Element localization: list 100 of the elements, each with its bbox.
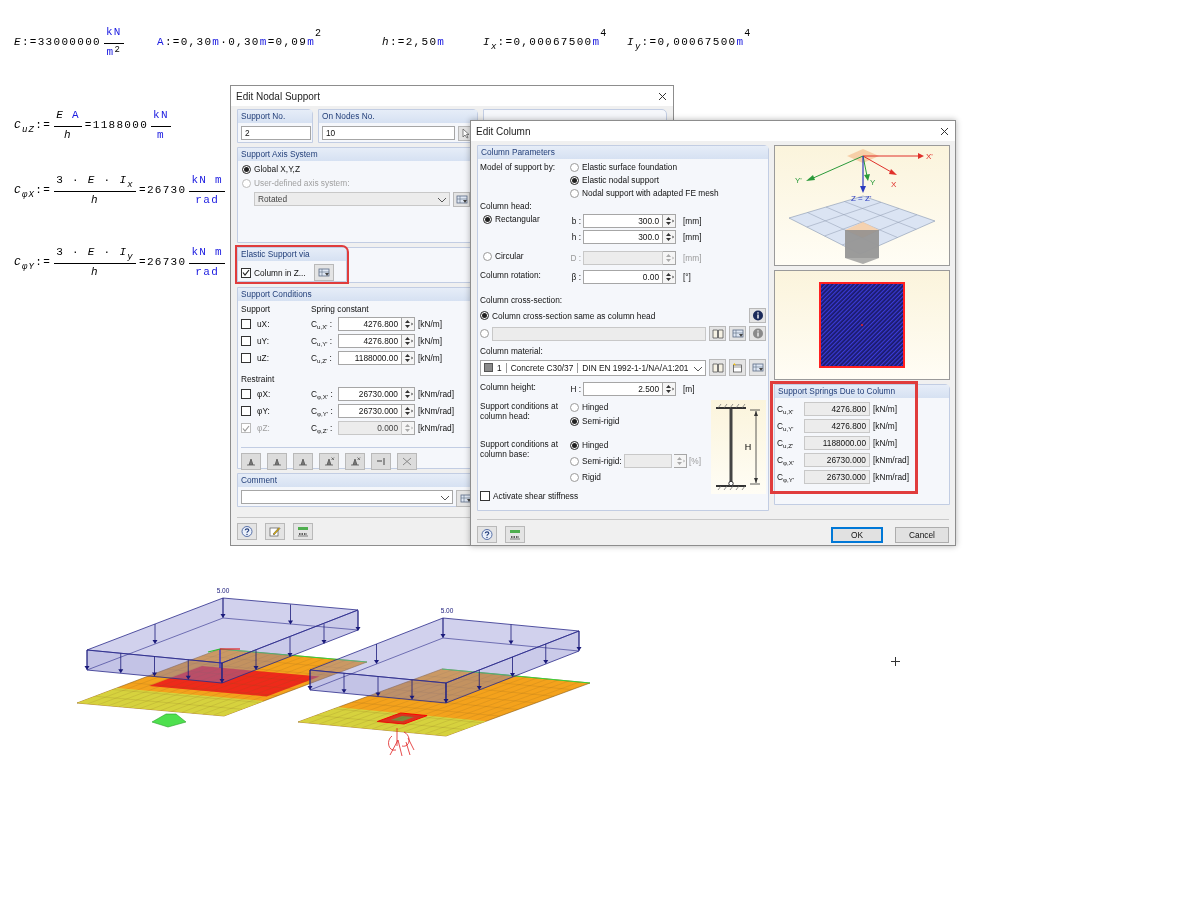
radio-button[interactable]: Column cross-section same as column head — [480, 310, 656, 321]
symbol-label: C$_{u,X'}$ — [777, 404, 795, 414]
number-field[interactable]: 26730.000 — [804, 470, 870, 484]
support-button[interactable] — [319, 453, 339, 470]
number-field[interactable]: 4276.800 — [338, 317, 402, 331]
text-field[interactable]: 10 — [322, 126, 455, 140]
radio-button[interactable]: Semi-rigid: — [570, 456, 622, 466]
checkbox[interactable]: Column in Z... — [241, 267, 306, 278]
radio-button[interactable]: Semi-rigid — [570, 416, 620, 426]
support-button[interactable] — [267, 453, 287, 470]
table-icon — [731, 328, 744, 339]
library-button[interactable] — [709, 359, 727, 376]
support-icon — [349, 456, 361, 467]
checkbox[interactable]: φX: — [241, 389, 311, 399]
equation: C$_{φY}$:= 3 · E · I$_{y}$ h =26730 kN m rad — [14, 235, 228, 283]
support-button[interactable] — [371, 453, 391, 470]
text-field[interactable]: 2 — [241, 126, 311, 140]
spinner-icon — [403, 336, 413, 346]
library-button[interactable] — [709, 326, 726, 341]
hinge-icon — [245, 456, 257, 467]
checkbox[interactable]: uY: — [241, 336, 311, 346]
checkbox[interactable]: φY: — [241, 406, 311, 416]
number-field[interactable]: 2.500 — [583, 382, 663, 396]
unit-label: [kN/m] — [418, 319, 442, 329]
symbol-label: D : — [569, 253, 581, 263]
dialog-button[interactable]: OK — [831, 526, 883, 543]
checkbox[interactable]: uX: — [241, 319, 311, 329]
number-field[interactable]: 1188000.00 — [804, 436, 870, 450]
close-icon[interactable] — [658, 91, 667, 101]
units-button[interactable] — [293, 523, 313, 540]
radio-button[interactable]: Elastic surface foundation — [570, 162, 719, 172]
axis-label: Y — [870, 178, 876, 187]
number-field[interactable]: 26730.000 — [804, 453, 870, 467]
symbol-label: C$_{u,Z'}$ : — [311, 353, 333, 363]
question-icon — [241, 526, 253, 537]
number-field[interactable]: 26730.000 — [338, 404, 402, 418]
spin-button[interactable] — [402, 351, 415, 365]
radio-button[interactable]: Elastic nodal support — [570, 175, 719, 185]
radio-button[interactable]: Hinged — [570, 440, 701, 450]
number-field[interactable]: 0.00 — [583, 270, 663, 284]
table-button[interactable] — [749, 359, 766, 376]
support-icon — [271, 456, 283, 467]
symbol-label: C$_{u,X'}$ : — [311, 319, 334, 329]
support-button[interactable] — [345, 453, 365, 470]
window-title: Edit Nodal Support — [236, 90, 320, 102]
spin-button[interactable] — [663, 270, 676, 284]
support-button[interactable] — [397, 453, 417, 470]
number-field[interactable]: 26730.000 — [338, 387, 402, 401]
dialog-button[interactable]: Cancel — [895, 526, 949, 543]
spin-button[interactable] — [663, 382, 676, 396]
checkbox[interactable]: Activate shear stiffness — [480, 491, 707, 501]
spin-button[interactable] — [402, 317, 415, 331]
units-button[interactable] — [505, 526, 525, 543]
symbol-label: C$_{u,Y'}$ — [777, 421, 795, 431]
crosshair-icon — [891, 657, 900, 666]
spinner-icon — [664, 232, 674, 242]
spin-button[interactable] — [663, 214, 676, 228]
spin-button[interactable] — [663, 230, 676, 244]
support-button[interactable] — [293, 453, 313, 470]
number-field[interactable]: 4276.800 — [338, 334, 402, 348]
help-button[interactable] — [477, 526, 497, 543]
equation: C$_{φX}$:= 3 · E · I$_{x}$ h =26730 kN m rad — [14, 163, 228, 211]
number-field[interactable]: 4276.800 — [804, 402, 870, 416]
field-label: Column height: — [480, 382, 537, 392]
checkbox[interactable]: uZ: — [241, 353, 311, 363]
info-button[interactable] — [749, 308, 766, 323]
spin-button[interactable] — [402, 334, 415, 348]
text-field[interactable] — [492, 326, 706, 341]
unit-label: [%] — [689, 456, 701, 466]
spinner-icon — [664, 272, 674, 282]
support-button[interactable] — [241, 453, 261, 470]
spinner-icon — [403, 389, 413, 399]
table-button[interactable] — [453, 192, 470, 207]
help-button[interactable] — [237, 523, 257, 540]
new-button[interactable] — [729, 359, 747, 376]
radio-button[interactable]: Hinged — [570, 402, 620, 412]
section-title: On Nodes No. — [319, 110, 477, 123]
pencil-icon — [269, 526, 281, 537]
column-heading: Spring constant — [311, 304, 369, 314]
table-button[interactable] — [313, 264, 334, 281]
spin-button[interactable] — [402, 387, 415, 401]
number-field[interactable]: 1188000.00 — [338, 351, 402, 365]
unit-label: [m] — [683, 384, 695, 394]
number-field[interactable]: 300.0 — [583, 214, 663, 228]
equation: h:=2,50m — [382, 34, 446, 50]
close-icon[interactable] — [940, 126, 949, 136]
column-heading: Restraint — [241, 374, 275, 384]
radio-button[interactable]: Circular — [483, 251, 568, 261]
radio-button[interactable]: Rectangular — [483, 214, 568, 224]
edit-button[interactable] — [265, 523, 285, 540]
spin-button[interactable] — [402, 404, 415, 418]
number-field[interactable] — [624, 454, 672, 468]
number-field[interactable]: 4276.800 — [804, 419, 870, 433]
number-field[interactable]: 300.0 — [583, 230, 663, 244]
radio-button[interactable] — [480, 329, 489, 338]
field-label: Support conditions at column base: — [480, 440, 559, 460]
radio-button[interactable]: Nodal support with adapted FE mesh — [570, 188, 719, 198]
comment-field[interactable] — [241, 490, 453, 504]
material-dropdown[interactable]: 1 Concrete C30/37 DIN EN 1992-1-1/NA/A1:201 — [480, 359, 707, 376]
ruler-icon — [509, 529, 521, 540]
